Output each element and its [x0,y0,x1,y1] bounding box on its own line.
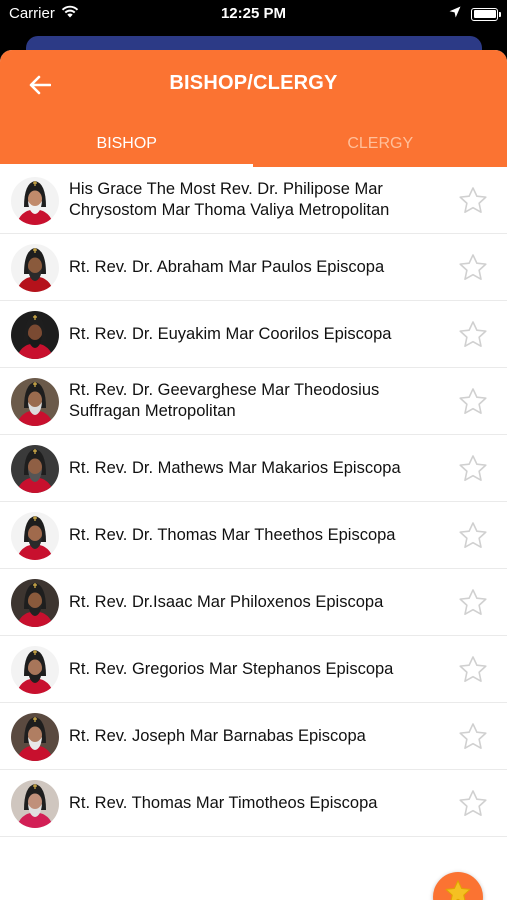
battery-icon [471,7,501,21]
star-icon[interactable] [457,185,489,217]
avatar [11,579,59,627]
star-icon[interactable] [457,587,489,619]
bishop-list: His Grace The Most Rev. Dr. Philipose Ma… [0,167,507,837]
avatar [11,512,59,560]
list-item[interactable]: Rt. Rev. Dr. Mathews Mar Makarios Episco… [0,435,507,502]
bishop-name: Rt. Rev. Dr. Euyakim Mar Coorilos Episco… [69,324,392,343]
avatar [11,646,59,694]
list-item[interactable]: Rt. Rev. Dr. Abraham Mar Paulos Episcopa [0,234,507,301]
star-icon[interactable] [457,788,489,820]
list-item[interactable]: Rt. Rev. Dr.Isaac Mar Philoxenos Episcop… [0,569,507,636]
page-title: BISHOP/CLERGY [169,72,338,94]
star-icon[interactable] [457,252,489,284]
avatar [11,445,59,493]
avatar [11,311,59,359]
list-item[interactable]: Rt. Rev. Dr. Thomas Mar Theethos Episcop… [0,502,507,569]
bishop-name: Rt. Rev. Dr. Abraham Mar Paulos Episcopa [69,257,385,276]
tab-bishop[interactable]: BISHOP [0,130,254,167]
bishop-name: Rt. Rev. Thomas Mar Timotheos Episcopa [69,793,378,812]
header-bar: BISHOP/CLERGY BISHOP CLERGY [0,50,507,167]
list-item[interactable]: Rt. Rev. Gregorios Mar Stephanos Episcop… [0,636,507,703]
bishop-name: His Grace The Most Rev. Dr. Philipose Ma… [69,180,390,219]
bishop-name: Rt. Rev. Joseph Mar Barnabas Episcopa [69,726,366,745]
tab-clergy[interactable]: CLERGY [254,130,507,167]
star-icon[interactable] [457,721,489,753]
list-item[interactable]: Rt. Rev. Thomas Mar Timotheos Episcopa [0,770,507,837]
bishop-clergy-sheet: BISHOP/CLERGY BISHOP CLERGY His Grace Th… [0,50,507,900]
avatar [11,244,59,292]
star-icon[interactable] [457,520,489,552]
bishop-name: Rt. Rev. Gregorios Mar Stephanos Episcop… [69,659,394,678]
bishop-name: Rt. Rev. Dr.Isaac Mar Philoxenos Episcop… [69,592,384,611]
avatar [11,378,59,426]
star-icon[interactable] [457,386,489,418]
list-item[interactable]: Rt. Rev. Joseph Mar Barnabas Episcopa [0,703,507,770]
star-icon[interactable] [457,654,489,686]
status-bar: Carrier 12:25 PM [0,0,507,30]
location-arrow-icon [449,5,461,23]
star-filled-icon [445,880,471,900]
star-icon[interactable] [457,453,489,485]
avatar [11,177,59,225]
star-icon[interactable] [457,319,489,351]
avatar [11,713,59,761]
tab-bar: BISHOP CLERGY [0,130,507,167]
list-item[interactable]: Rt. Rev. Dr. Geevarghese Mar Theodosius … [0,368,507,435]
bishop-name: Rt. Rev. Dr. Geevarghese Mar Theodosius … [69,381,380,420]
bishop-name: Rt. Rev. Dr. Thomas Mar Theethos Episcop… [69,525,396,544]
bishop-name: Rt. Rev. Dr. Mathews Mar Makarios Episco… [69,458,401,477]
avatar [11,780,59,828]
list-item[interactable]: Rt. Rev. Dr. Euyakim Mar Coorilos Episco… [0,301,507,368]
status-time: 12:25 PM [220,5,287,22]
list-item[interactable]: His Grace The Most Rev. Dr. Philipose Ma… [0,167,507,234]
